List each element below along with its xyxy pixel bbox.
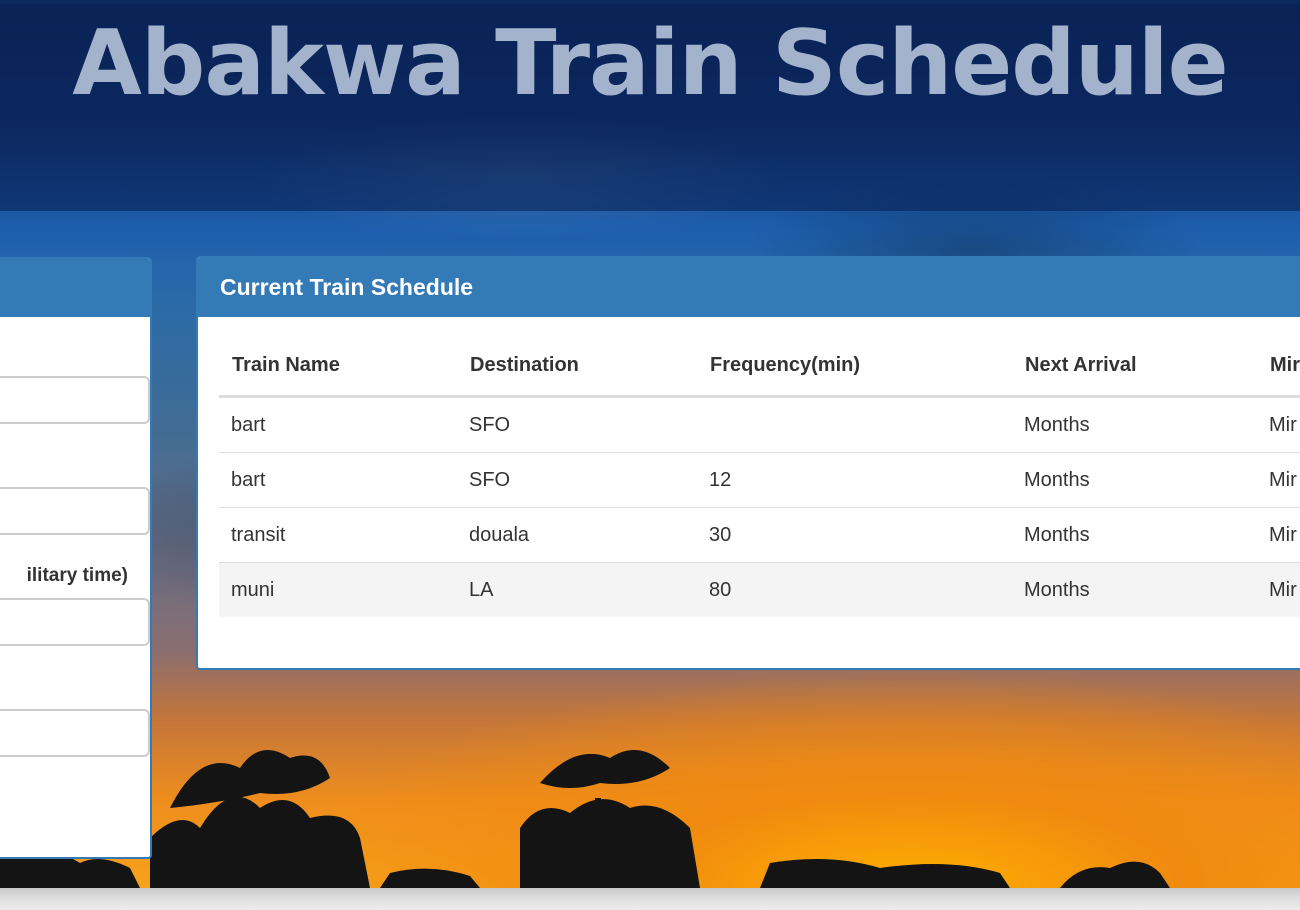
schedule-panel-title: Current Train Schedule <box>198 258 1300 317</box>
cell-destination: SFO <box>457 452 697 508</box>
cell-next-arrival: Months <box>1012 507 1257 563</box>
cell-frequency: 12 <box>697 452 1012 508</box>
cell-minutes-away: Mir <box>1257 396 1300 453</box>
cell-frequency <box>697 396 1012 453</box>
column-header-next-arrival: Next Arrival <box>1012 335 1257 398</box>
cell-destination: LA <box>457 562 697 617</box>
table-row: bart SFO 12 Months Mir <box>219 452 1300 508</box>
cell-minutes-away: Mir <box>1257 507 1300 563</box>
cell-next-arrival: Months <box>1012 396 1257 453</box>
tree-silhouettes <box>0 750 1170 888</box>
column-header-minutes-away: Mir <box>1257 335 1300 398</box>
column-header-destination: Destination <box>457 335 697 398</box>
add-train-panel: ilitary time) <box>0 257 152 859</box>
cell-destination: SFO <box>457 396 697 453</box>
add-train-panel-heading <box>0 259 150 317</box>
column-header-frequency: Frequency(min) <box>697 335 1012 398</box>
train-schedule-panel: Current Train Schedule Train Name Destin… <box>196 256 1300 670</box>
cell-next-arrival: Months <box>1012 562 1257 617</box>
schedule-table: Train Name Destination Frequency(min) Ne… <box>219 335 1300 617</box>
cell-next-arrival: Months <box>1012 452 1257 508</box>
cell-train-name: transit <box>219 507 457 563</box>
cell-minutes-away: Mir <box>1257 562 1300 617</box>
table-row: bart SFO Months Mir <box>219 396 1300 453</box>
horizontal-scrollbar[interactable] <box>0 888 1300 910</box>
column-header-train-name: Train Name <box>219 335 457 398</box>
table-row: transit douala 30 Months Mir <box>219 507 1300 563</box>
first-train-time-label: ilitary time) <box>26 565 128 586</box>
cell-train-name: muni <box>219 562 457 617</box>
cell-train-name: bart <box>219 396 457 453</box>
table-header-row: Train Name Destination Frequency(min) Ne… <box>219 335 1300 398</box>
frequency-input[interactable] <box>0 709 150 757</box>
cell-destination: douala <box>457 507 697 563</box>
first-train-time-input[interactable] <box>0 598 150 646</box>
table-row: muni LA 80 Months Mir <box>219 562 1300 617</box>
cell-frequency: 30 <box>697 507 1012 563</box>
destination-input[interactable] <box>0 487 150 535</box>
page-title: Abakwa Train Schedule <box>72 11 1228 116</box>
cell-frequency: 80 <box>697 562 1012 617</box>
cell-minutes-away: Mir <box>1257 452 1300 508</box>
cell-train-name: bart <box>219 452 457 508</box>
train-name-input[interactable] <box>0 376 150 424</box>
